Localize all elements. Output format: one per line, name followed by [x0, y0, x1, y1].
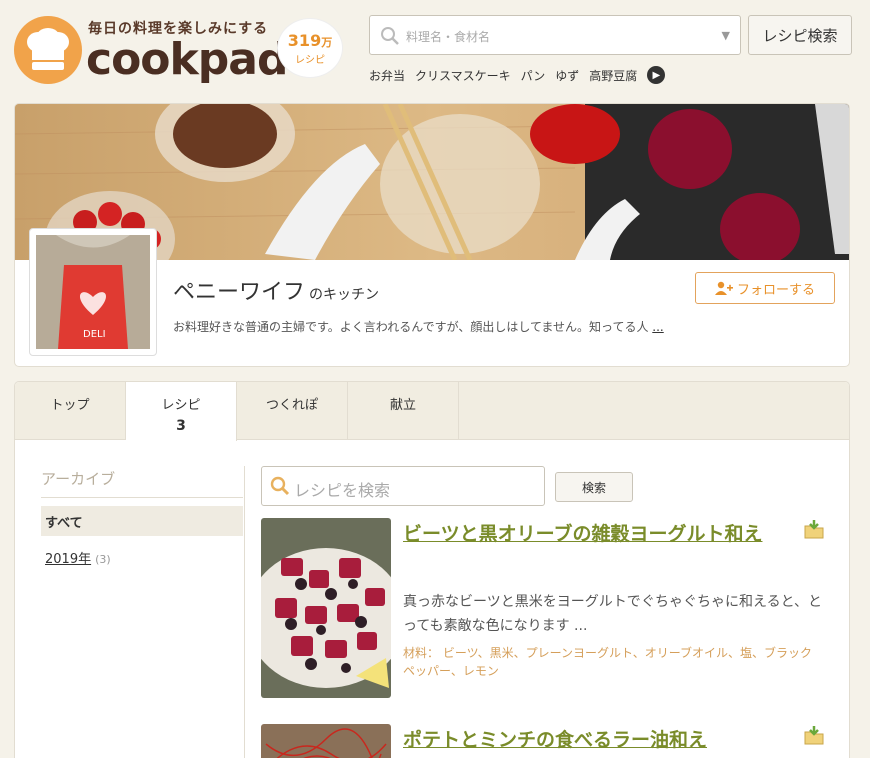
- tab-tsukurepo[interactable]: つくれぽ: [237, 382, 348, 440]
- keyword-link[interactable]: ゆず: [555, 67, 579, 84]
- kitchen-suffix: のキッチン: [309, 287, 380, 303]
- tab-menus[interactable]: 献立: [348, 382, 459, 440]
- recipe-title[interactable]: ビーツと黒オリーブの雑穀ヨーグルト和え: [403, 518, 793, 550]
- recipe-title[interactable]: ポテトとミンチの食べるラー油和え: [403, 724, 793, 756]
- recipe-search-input[interactable]: 料理名・食材名 ▼: [369, 15, 741, 55]
- kitchen-search-button[interactable]: 検索: [555, 472, 633, 502]
- tab-label: トップ: [50, 398, 90, 413]
- archive-all[interactable]: すべて: [41, 506, 243, 536]
- brand-wordmark: cookpad: [86, 34, 288, 85]
- follow-label: フォローする: [736, 282, 815, 298]
- kitchen-profile-card: DELI ペニーワイフ のキッチン フォローする お料理好きな普通の主婦です。よく…: [14, 103, 850, 367]
- search-icon: [381, 27, 399, 45]
- bio-text: お料理好きな普通の主婦です。よく言われるんですが、顔出しはしてません。知ってる人: [173, 320, 649, 334]
- archive-year[interactable]: 2019年 (3): [41, 544, 243, 571]
- follow-button[interactable]: フォローする: [695, 272, 835, 304]
- recipe-count-label: レシピ: [295, 55, 325, 66]
- tab-recipes[interactable]: レシピ 3: [126, 382, 237, 441]
- archive-sidebar: アーカイブ すべて 2019年 (3): [41, 468, 243, 571]
- tab-label: つくれぽ: [265, 398, 318, 413]
- recipe-count: 319: [287, 31, 322, 50]
- recipe-count-unit: 万: [321, 36, 333, 49]
- user-name: ペニーワイフ: [173, 280, 306, 305]
- save-recipe-icon[interactable]: [803, 518, 825, 540]
- kitchen-tabs: トップ レシピ 3 つくれぽ 献立: [15, 382, 849, 441]
- recipe-description: 真っ赤なビーツと黒米をヨーグルトでぐちゃぐちゃに和えると、とっても素敵な色になり…: [403, 594, 823, 634]
- search-placeholder: 料理名・食材名: [406, 30, 491, 44]
- keyword-link[interactable]: 高野豆腐: [589, 67, 637, 84]
- recipe-item: ポテトとミンチの食べるラー油和え: [261, 724, 837, 758]
- keyword-link[interactable]: パン: [521, 67, 546, 84]
- dropdown-caret-icon[interactable]: ▼: [722, 29, 730, 42]
- recipe-count-badge: 319万 レシピ: [277, 18, 343, 78]
- keyword-link[interactable]: お弁当: [369, 67, 405, 84]
- kitchen-recipe-search-input[interactable]: レシピを検索: [261, 466, 545, 506]
- tab-top[interactable]: トップ: [15, 382, 126, 440]
- year-count: (3): [95, 553, 111, 566]
- bio-more-link[interactable]: ...: [652, 320, 663, 334]
- svg-text:DELI: DELI: [83, 329, 106, 340]
- cookpad-logo[interactable]: 毎日の料理を楽しみにする cookpad: [14, 14, 288, 86]
- save-recipe-icon[interactable]: [803, 724, 825, 746]
- search-icon: [270, 476, 290, 496]
- year-link[interactable]: 2019年: [45, 552, 91, 567]
- next-arrow-icon[interactable]: ▶: [647, 66, 666, 84]
- kitchen-bio: お料理好きな普通の主婦です。よく言われるんですが、顔出しはしてません。知ってる人…: [173, 318, 664, 335]
- recipe-search-placeholder: レシピを検索: [294, 481, 391, 500]
- kitchen-name: ペニーワイフ のキッチン: [173, 274, 379, 306]
- recipe-thumbnail[interactable]: [261, 518, 391, 698]
- tab-label: 献立: [389, 398, 416, 413]
- tab-label: レシピ: [161, 398, 201, 413]
- recipe-search-button[interactable]: レシピ検索: [748, 15, 852, 55]
- kitchen-content-panel: トップ レシピ 3 つくれぽ 献立 アーカイブ すべて 2019年 (3) レシピを…: [14, 381, 850, 758]
- tab-count: 3: [176, 418, 186, 434]
- trending-keywords: お弁当 クリスマスケーキ パン ゆず 高野豆腐 ▶: [369, 66, 666, 84]
- chef-hat-icon: [14, 16, 82, 84]
- archive-title: アーカイブ: [41, 468, 243, 498]
- recipe-ingredients: 材料： ビーツ、黒米、プレーンヨーグルト、オリーブオイル、塩、ブラックペッパー、…: [403, 646, 813, 678]
- add-user-icon: [714, 281, 733, 295]
- keyword-link[interactable]: クリスマスケーキ: [415, 67, 511, 84]
- recipe-item: ビーツと黒オリーブの雑穀ヨーグルト和え 真っ赤なビーツと黒米をヨーグルトでぐちゃ…: [261, 518, 837, 700]
- divider: [244, 466, 245, 758]
- recipe-thumbnail[interactable]: [261, 724, 391, 758]
- avatar[interactable]: DELI: [29, 228, 157, 356]
